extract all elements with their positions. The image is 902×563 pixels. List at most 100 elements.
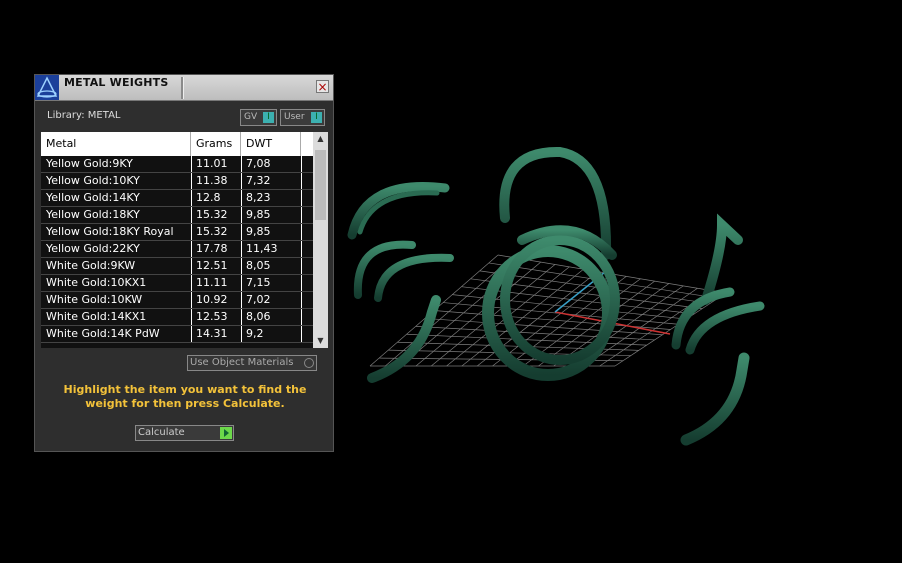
table-row[interactable]: White Gold:9KW 12.51 8,05 [41, 258, 313, 275]
cell-grams: 14.31 [196, 327, 228, 340]
table-scrollbar[interactable]: ▲ ▼ [313, 132, 328, 348]
column-header-metal[interactable]: Metal [41, 132, 191, 156]
column-divider [301, 173, 302, 189]
cell-metal: White Gold:14K PdW [46, 327, 160, 340]
column-divider [301, 156, 302, 172]
table-header: Metal Grams DWT [41, 132, 313, 156]
column-divider [301, 326, 302, 342]
table-row[interactable]: Yellow Gold:18KY Royal 15.32 9,85 [41, 224, 313, 241]
cell-metal: Yellow Gold:18KY Royal [46, 225, 174, 238]
cell-metal: White Gold:10KW [46, 293, 143, 306]
column-header-dwt[interactable]: DWT [241, 132, 301, 156]
column-divider [241, 309, 242, 325]
calculate-button[interactable]: Calculate [135, 425, 234, 441]
cell-dwt: 8,05 [246, 259, 271, 272]
column-divider [191, 207, 192, 223]
column-divider [241, 292, 242, 308]
column-divider [191, 241, 192, 257]
cell-dwt: 11,43 [246, 242, 278, 255]
column-divider [241, 326, 242, 342]
column-divider [301, 224, 302, 240]
panel-titlebar[interactable]: METAL WEIGHTS × [35, 75, 333, 101]
column-divider [301, 292, 302, 308]
cell-dwt: 8,23 [246, 191, 271, 204]
column-divider [241, 224, 242, 240]
column-header-grams[interactable]: Grams [191, 132, 241, 156]
column-divider [191, 224, 192, 240]
app-logo-icon [35, 75, 59, 100]
cell-grams: 15.32 [196, 225, 228, 238]
table-row[interactable]: White Gold:10KW 10.92 7,02 [41, 292, 313, 309]
scroll-thumb[interactable] [315, 150, 326, 220]
titlebar-separator [181, 77, 184, 99]
metal-weights-panel: METAL WEIGHTS × Library: METAL GV I User… [34, 74, 334, 452]
column-divider [301, 207, 302, 223]
column-divider [191, 156, 192, 172]
table-rows: Yellow Gold:9KY 11.01 7,08 Yellow Gold:10KY… [41, 156, 313, 343]
toggle-knob-icon: I [311, 112, 322, 123]
table-row[interactable]: Yellow Gold:10KY 11.38 7,32 [41, 173, 313, 190]
cell-grams: 12.53 [196, 310, 228, 323]
column-divider [301, 190, 302, 206]
use-object-materials-toggle[interactable]: Use Object Materials [187, 355, 317, 371]
column-divider [191, 275, 192, 291]
column-divider [241, 275, 242, 291]
table-row[interactable]: White Gold:14KX1 12.53 8,06 [41, 309, 313, 326]
library-label: Library: METAL [47, 110, 121, 121]
table-row[interactable]: Yellow Gold:9KY 11.01 7,08 [41, 156, 313, 173]
column-divider [241, 190, 242, 206]
column-divider [301, 258, 302, 274]
table-row[interactable]: Yellow Gold:18KY 15.32 9,85 [41, 207, 313, 224]
calculate-label: Calculate [138, 427, 185, 438]
column-divider [191, 173, 192, 189]
cell-grams: 12.51 [196, 259, 228, 272]
column-divider [301, 275, 302, 291]
panel-title: METAL WEIGHTS [64, 76, 169, 89]
gv-toggle-label: GV [244, 112, 258, 122]
cell-grams: 15.32 [196, 208, 228, 221]
cell-grams: 11.11 [196, 276, 228, 289]
cell-dwt: 9,2 [246, 327, 264, 340]
cell-metal: Yellow Gold:10KY [46, 174, 140, 187]
cell-metal: Yellow Gold:14KY [46, 191, 140, 204]
column-divider [191, 309, 192, 325]
cell-dwt: 7,32 [246, 174, 271, 187]
cell-metal: Yellow Gold:9KY [46, 157, 133, 170]
instruction-text: Highlight the item you want to find the … [63, 383, 307, 410]
cell-dwt: 8,06 [246, 310, 271, 323]
column-divider [191, 326, 192, 342]
user-toggle[interactable]: User I [280, 109, 325, 126]
column-divider [241, 173, 242, 189]
close-icon[interactable]: × [316, 80, 329, 93]
column-divider [241, 258, 242, 274]
table-row[interactable]: White Gold:10KX1 11.11 7,15 [41, 275, 313, 292]
radio-icon [304, 358, 314, 368]
table-row[interactable]: White Gold:14K PdW 14.31 9,2 [41, 326, 313, 343]
scroll-up-icon[interactable]: ▲ [313, 132, 328, 146]
cell-dwt: 7,15 [246, 276, 271, 289]
column-divider [301, 241, 302, 257]
use-object-materials-label: Use Object Materials [190, 357, 294, 368]
table-row[interactable]: Yellow Gold:22KY 17.78 11,43 [41, 241, 313, 258]
scroll-down-icon[interactable]: ▼ [313, 334, 328, 348]
cell-metal: White Gold:10KX1 [46, 276, 147, 289]
cell-grams: 11.01 [196, 157, 228, 170]
user-toggle-label: User [284, 112, 305, 122]
cell-dwt: 7,08 [246, 157, 271, 170]
ground-grid [369, 254, 727, 367]
column-divider [191, 190, 192, 206]
column-divider [241, 241, 242, 257]
cell-grams: 10.92 [196, 293, 228, 306]
column-divider [241, 156, 242, 172]
metal-table: Metal Grams DWT Yellow Gold:9KY 11.01 7,08… [41, 132, 328, 348]
column-divider [191, 258, 192, 274]
cell-metal: White Gold:9KW [46, 259, 136, 272]
cell-dwt: 9,85 [246, 225, 271, 238]
cell-grams: 11.38 [196, 174, 228, 187]
cell-metal: Yellow Gold:18KY [46, 208, 140, 221]
table-row[interactable]: Yellow Gold:14KY 12.8 8,23 [41, 190, 313, 207]
cell-dwt: 7,02 [246, 293, 271, 306]
ring-parts [347, 146, 765, 446]
column-divider [301, 309, 302, 325]
gv-toggle[interactable]: GV I [240, 109, 277, 126]
